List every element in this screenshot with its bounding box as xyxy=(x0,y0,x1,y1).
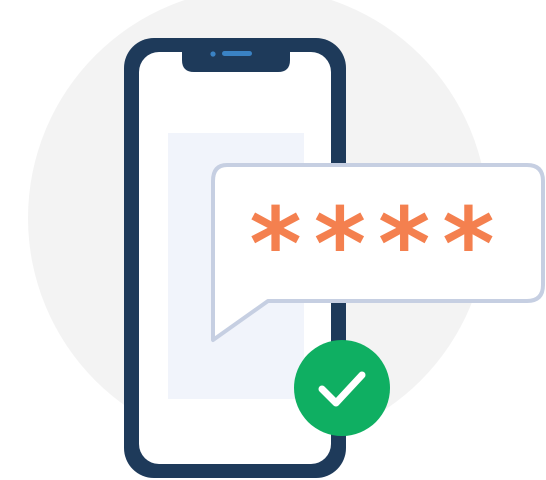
password-mask: **** xyxy=(249,186,506,303)
check-badge xyxy=(294,340,390,436)
phone-speaker xyxy=(222,51,252,56)
phone-camera xyxy=(210,51,216,57)
check-circle-icon xyxy=(294,340,390,436)
otp-illustration: **** xyxy=(0,0,546,480)
illustration-canvas: **** xyxy=(28,0,545,478)
